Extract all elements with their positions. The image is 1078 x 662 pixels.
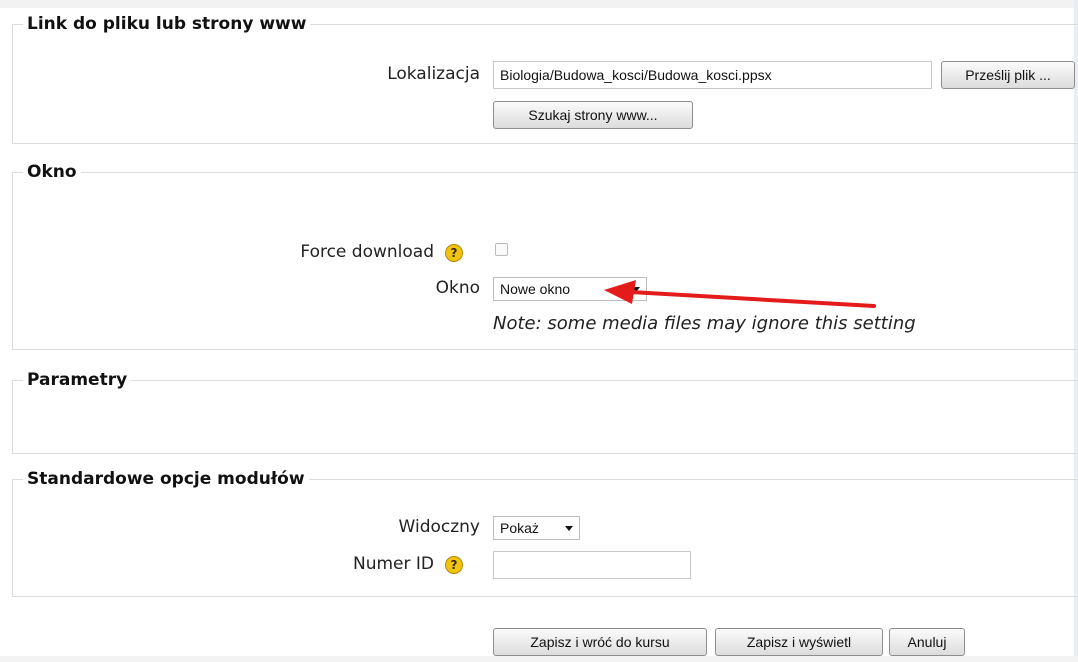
annotation-arrow-icon bbox=[604, 280, 876, 308]
annotation-arrow-shaft bbox=[628, 290, 876, 308]
annotation-arrow-head bbox=[604, 280, 636, 304]
